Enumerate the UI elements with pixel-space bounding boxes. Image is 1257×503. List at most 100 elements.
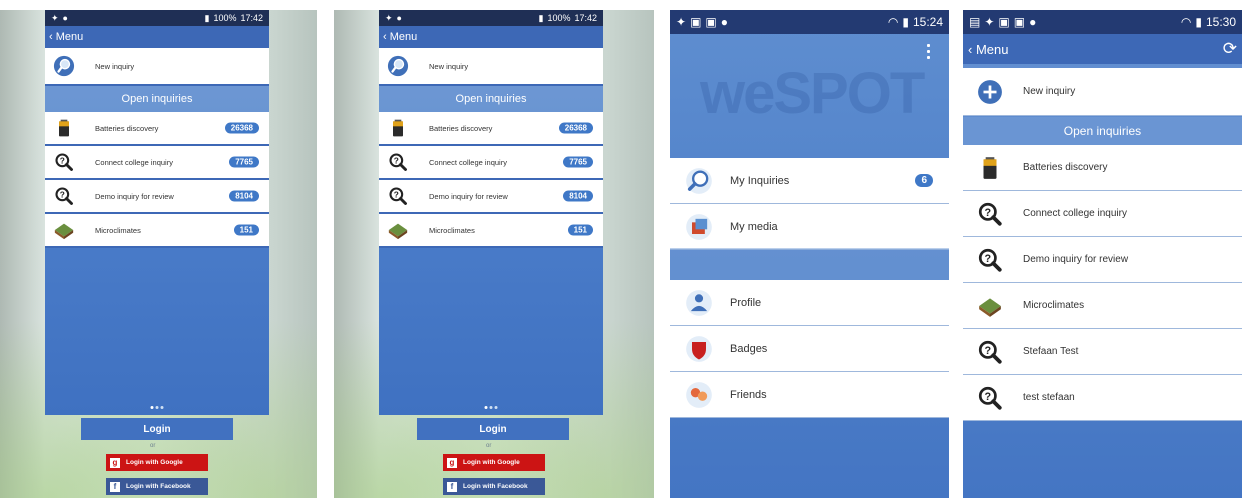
back-menu-button[interactable]: ‹ Menu [45,26,269,48]
menu-label: My Inquiries [730,174,790,187]
inquiry-item[interactable]: Connect college inquiry [963,191,1242,237]
login-button[interactable]: Login [417,418,569,440]
inquiry-item[interactable]: Demo inquiry for review 8104 [45,180,269,214]
notification-icon: ▣ [705,15,717,29]
or-label: or [486,443,492,449]
clock: 15:30 [1205,15,1236,29]
my-inquiries-item[interactable]: My Inquiries 6 [670,158,949,204]
count-badge: 26368 [224,122,259,134]
menu-label: Profile [730,296,762,309]
inquiry-item[interactable]: Demo inquiry for review 8104 [379,180,603,214]
app-logo: weSPOT [700,61,925,126]
inquiry-item[interactable]: Batteries discovery 26368 [45,112,269,146]
battery-icon [53,117,75,139]
overflow-menu-icon[interactable] [927,44,931,59]
inquiry-label: Microclimates [1023,300,1085,311]
question-magnifier-icon [53,151,75,173]
clock: 17:42 [574,13,597,23]
android-icon: ● [396,13,402,23]
or-label: or [150,443,156,449]
status-bar: ✦ ▣ ▣ ● ◠ ▮ 15:24 [670,10,949,34]
count-badge: 6 [915,174,933,187]
inquiry-label: Stefaan Test [1023,346,1079,357]
login-facebook-button[interactable]: f Login with Facebook [106,478,208,495]
login-facebook-button[interactable]: f Login with Facebook [443,478,545,495]
status-bar: ✦ ● ▮ 100% 17:42 [45,10,269,26]
screenshot-panel-2: ✦ ● ▮ 100% 17:42 ‹ Menu New inquiry Open in… [334,10,654,498]
signal-icon: ▮ [1195,15,1202,29]
back-menu-button[interactable]: ‹ Menu [968,42,1008,57]
usb-icon: ✦ [984,15,995,29]
inquiry-label: Connect college inquiry [95,157,173,167]
menu-label: Friends [730,388,767,401]
search-icon [387,55,409,77]
signal-icon: ▮ [538,12,544,23]
question-magnifier-icon [977,201,1003,227]
status-bar: ▤ ✦ ▣ ▣ ● ◠ ▮ 15:30 [963,10,1242,34]
refresh-icon[interactable]: ⟳ [1223,39,1237,59]
plus-icon [977,79,1003,105]
open-inquiries-header: Open inquiries [45,86,269,112]
inquiry-label: test stefaan [1023,392,1075,403]
inquiry-item[interactable]: Microclimates [963,283,1242,329]
inquiry-label: Connect college inquiry [1023,208,1127,219]
android-icon: ● [720,15,728,29]
open-inquiries-header: Open inquiries [379,86,603,112]
inquiry-label: Batteries discovery [95,123,159,133]
question-magnifier-icon [387,151,409,173]
screenshot-panel-1: ✦ ● ▮ 100% 17:42 ‹ Menu New inquiry Open in… [0,10,317,498]
inquiry-item[interactable]: Microclimates 151 [379,214,603,248]
inquiry-item[interactable]: Batteries discovery 26368 [379,112,603,146]
battery-icon [977,155,1003,181]
login-google-button[interactable]: g Login with Google [443,454,545,471]
profile-item[interactable]: Profile [670,280,949,326]
phone-screen: ✦ ● ▮ 100% 17:42 ‹ Menu New inquiry Open in… [379,10,603,415]
android-icon: ● [1029,15,1037,29]
battery-icon [387,117,409,139]
inquiry-item[interactable]: Batteries discovery [963,145,1242,191]
my-media-item[interactable]: My media [670,204,949,250]
menu-divider [670,248,949,280]
question-magnifier-icon [53,185,75,207]
new-inquiry-label: New inquiry [1023,86,1076,97]
inquiry-item[interactable]: Microclimates 151 [45,214,269,248]
login-facebook-label: Login with Facebook [126,483,191,490]
wifi-icon: ◠ [1180,15,1192,29]
back-menu-button[interactable]: ‹ Menu [379,26,603,48]
question-magnifier-icon [387,185,409,207]
inquiry-label: Batteries discovery [429,123,493,133]
inquiry-item[interactable]: Demo inquiry for review [963,237,1242,283]
inquiry-label: Microclimates [95,225,141,235]
inquiry-item[interactable]: Connect college inquiry 7765 [379,146,603,180]
badges-item[interactable]: Badges [670,326,949,372]
keyboard-icon: ▤ [969,15,981,29]
login-google-button[interactable]: g Login with Google [106,454,208,471]
wifi-icon: ◠ [887,15,899,29]
new-inquiry-item[interactable]: New inquiry [45,48,269,86]
friends-icon [684,380,714,410]
inquiry-item[interactable]: test stefaan [963,375,1242,421]
login-google-label: Login with Google [126,459,183,466]
house-icon [977,293,1003,319]
notification-icon: ▣ [998,15,1010,29]
inquiry-item[interactable]: Stefaan Test [963,329,1242,375]
google-icon: g [447,457,457,468]
clock: 15:24 [912,15,943,29]
search-icon [53,55,75,77]
count-badge: 7765 [229,156,259,168]
question-magnifier-icon [977,385,1003,411]
count-badge: 7765 [563,156,593,168]
battery-level: 100% [547,13,571,23]
login-button[interactable]: Login [81,418,233,440]
new-inquiry-item[interactable]: New inquiry [379,48,603,86]
house-icon [53,219,75,241]
count-badge: 8104 [563,190,593,202]
media-icon [684,212,714,242]
friends-item[interactable]: Friends [670,372,949,418]
page-indicator [150,406,164,409]
open-inquiries-header: Open inquiries [963,117,1242,145]
inquiry-item[interactable]: Connect college inquiry 7765 [45,146,269,180]
new-inquiry-item[interactable]: New inquiry [963,68,1242,116]
inquiry-label: Demo inquiry for review [429,191,508,201]
screenshot-panel-3: ✦ ▣ ▣ ● ◠ ▮ 15:24 weSPOT My Inquiries 6 My me… [670,10,949,498]
